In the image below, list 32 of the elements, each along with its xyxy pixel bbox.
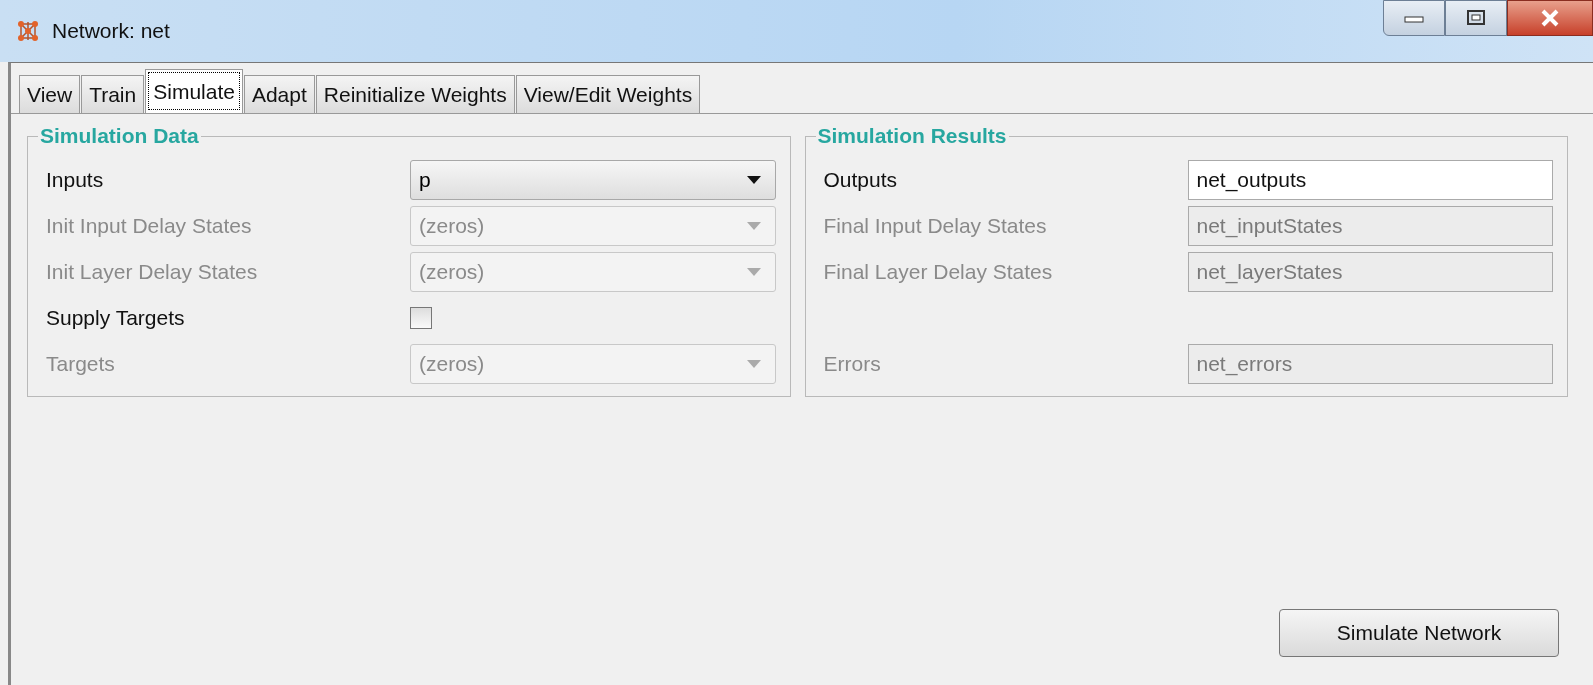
caret-icon [746,176,761,184]
caret-icon [746,222,761,230]
checkbox[interactable] [410,307,432,329]
input-field[interactable]: net_outputs [1187,160,1553,200]
tab[interactable]: View [19,75,81,113]
simulate-network-button[interactable]: Simulate Network [1279,609,1559,657]
field-label: Targets [46,352,116,376]
window-title: Network: net [52,19,170,43]
field-label: Init Layer Delay States [46,260,259,284]
maximize-icon [1466,9,1486,27]
field-label: Supply Targets [46,306,186,330]
tab[interactable]: Simulate [145,69,243,113]
panel-title: Simulation Data [39,124,200,148]
minimize-icon [1403,13,1425,23]
field-label: Final Input Delay States [823,214,1048,238]
caret-icon [746,268,761,276]
network-icon [16,19,40,43]
field-label: Outputs [823,168,899,192]
minimize-button[interactable] [1383,0,1445,36]
dropdown[interactable]: p [410,160,776,200]
tab[interactable]: Adapt [243,75,315,113]
field-label: Inputs [46,168,105,192]
field-label: Errors [823,352,882,376]
panel-title: Simulation Results [816,124,1008,148]
close-button[interactable] [1507,0,1593,36]
field-label: Init Input Delay States [46,214,253,238]
field-label: Final Layer Delay States [823,260,1054,284]
caret-icon [746,360,761,368]
tab[interactable]: Train [81,75,145,113]
tab[interactable]: View/Edit Weights [515,75,701,113]
tab[interactable]: Reinitialize Weights [315,75,515,113]
maximize-button[interactable] [1445,0,1507,36]
